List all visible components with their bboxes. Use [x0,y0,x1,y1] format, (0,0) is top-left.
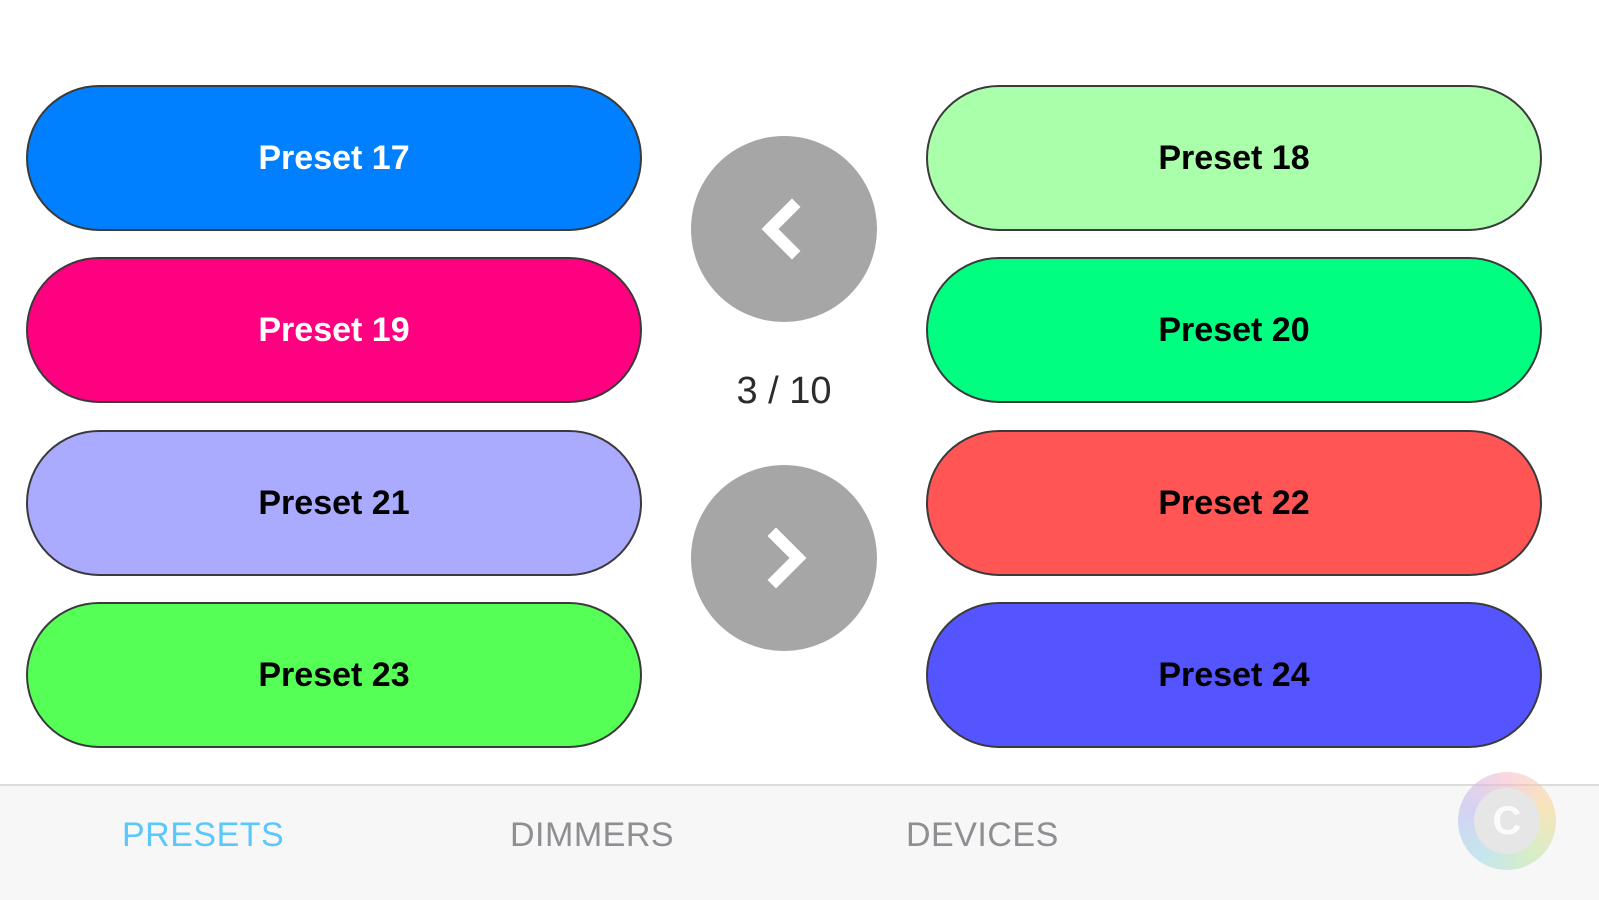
presets-screen: Preset 17 Preset 18 Preset 19 Preset 20 … [0,0,1599,900]
tab-devices[interactable]: DEVICES [906,816,1059,855]
chevron-right-icon [767,527,807,589]
preset-17-button[interactable]: Preset 17 [26,85,642,231]
preset-20-button[interactable]: Preset 20 [926,257,1542,403]
chevron-left-icon [761,198,801,260]
preset-19-button[interactable]: Preset 19 [26,257,642,403]
page-indicator: 3 / 10 [736,370,832,412]
preset-24-button[interactable]: Preset 24 [926,602,1542,748]
tab-bar: PRESETS DIMMERS DEVICES [0,784,1599,900]
previous-page-button[interactable] [691,136,877,322]
next-page-button[interactable] [691,465,877,651]
tab-presets[interactable]: PRESETS [122,816,284,855]
badge-letter: C [1474,788,1540,854]
preset-23-button[interactable]: Preset 23 [26,602,642,748]
watermark-badge-icon: C [1458,772,1556,870]
preset-18-button[interactable]: Preset 18 [926,85,1542,231]
preset-21-button[interactable]: Preset 21 [26,430,642,576]
preset-22-button[interactable]: Preset 22 [926,430,1542,576]
tab-dimmers[interactable]: DIMMERS [510,816,674,855]
